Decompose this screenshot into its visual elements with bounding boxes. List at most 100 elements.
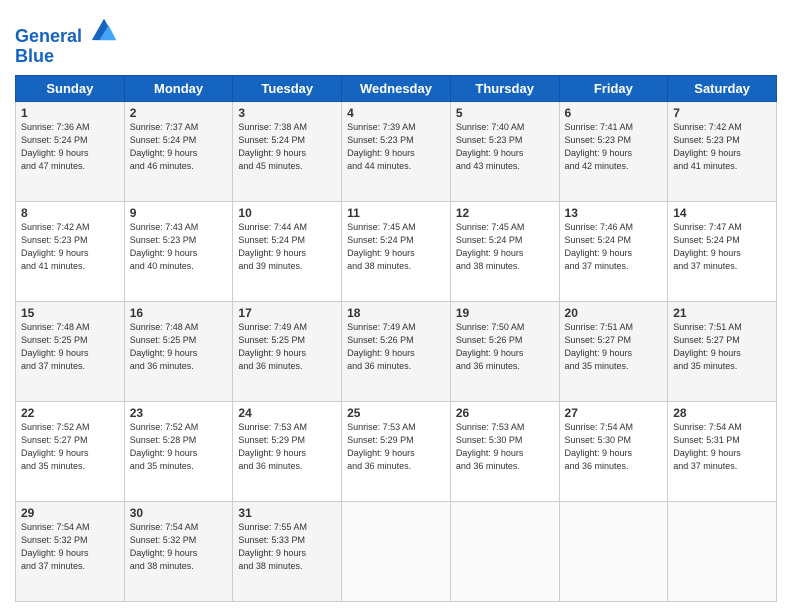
day-info: Sunrise: 7:52 AM Sunset: 5:27 PM Dayligh…: [21, 421, 119, 473]
day-info: Sunrise: 7:45 AM Sunset: 5:24 PM Dayligh…: [456, 221, 554, 273]
calendar-cell: 2Sunrise: 7:37 AM Sunset: 5:24 PM Daylig…: [124, 101, 233, 201]
day-number: 16: [130, 306, 228, 320]
day-info: Sunrise: 7:54 AM Sunset: 5:31 PM Dayligh…: [673, 421, 771, 473]
day-info: Sunrise: 7:45 AM Sunset: 5:24 PM Dayligh…: [347, 221, 445, 273]
day-header: Saturday: [668, 75, 777, 101]
day-info: Sunrise: 7:51 AM Sunset: 5:27 PM Dayligh…: [673, 321, 771, 373]
day-number: 10: [238, 206, 336, 220]
day-number: 13: [565, 206, 663, 220]
calendar-cell: 12Sunrise: 7:45 AM Sunset: 5:24 PM Dayli…: [450, 201, 559, 301]
day-number: 9: [130, 206, 228, 220]
day-info: Sunrise: 7:41 AM Sunset: 5:23 PM Dayligh…: [565, 121, 663, 173]
calendar-cell: 21Sunrise: 7:51 AM Sunset: 5:27 PM Dayli…: [668, 301, 777, 401]
calendar-table: SundayMondayTuesdayWednesdayThursdayFrid…: [15, 75, 777, 602]
day-info: Sunrise: 7:38 AM Sunset: 5:24 PM Dayligh…: [238, 121, 336, 173]
calendar-cell: [450, 501, 559, 601]
day-number: 20: [565, 306, 663, 320]
day-number: 5: [456, 106, 554, 120]
calendar-week-row: 15Sunrise: 7:48 AM Sunset: 5:25 PM Dayli…: [16, 301, 777, 401]
day-header: Friday: [559, 75, 668, 101]
calendar-header-row: SundayMondayTuesdayWednesdayThursdayFrid…: [16, 75, 777, 101]
calendar-cell: 17Sunrise: 7:49 AM Sunset: 5:25 PM Dayli…: [233, 301, 342, 401]
calendar-cell: 18Sunrise: 7:49 AM Sunset: 5:26 PM Dayli…: [342, 301, 451, 401]
day-info: Sunrise: 7:43 AM Sunset: 5:23 PM Dayligh…: [130, 221, 228, 273]
day-header: Sunday: [16, 75, 125, 101]
calendar-cell: 8Sunrise: 7:42 AM Sunset: 5:23 PM Daylig…: [16, 201, 125, 301]
calendar-cell: 28Sunrise: 7:54 AM Sunset: 5:31 PM Dayli…: [668, 401, 777, 501]
header: General Blue: [15, 10, 777, 67]
calendar-cell: 26Sunrise: 7:53 AM Sunset: 5:30 PM Dayli…: [450, 401, 559, 501]
day-info: Sunrise: 7:52 AM Sunset: 5:28 PM Dayligh…: [130, 421, 228, 473]
day-number: 12: [456, 206, 554, 220]
calendar-cell: [668, 501, 777, 601]
day-number: 11: [347, 206, 445, 220]
calendar-cell: 29Sunrise: 7:54 AM Sunset: 5:32 PM Dayli…: [16, 501, 125, 601]
page: General Blue SundayMondayTuesdayWednesda…: [0, 0, 792, 612]
day-number: 6: [565, 106, 663, 120]
calendar-cell: 20Sunrise: 7:51 AM Sunset: 5:27 PM Dayli…: [559, 301, 668, 401]
calendar-cell: 15Sunrise: 7:48 AM Sunset: 5:25 PM Dayli…: [16, 301, 125, 401]
day-header: Monday: [124, 75, 233, 101]
day-header: Thursday: [450, 75, 559, 101]
day-number: 22: [21, 406, 119, 420]
day-number: 24: [238, 406, 336, 420]
calendar-cell: 1Sunrise: 7:36 AM Sunset: 5:24 PM Daylig…: [16, 101, 125, 201]
day-number: 26: [456, 406, 554, 420]
calendar-cell: 13Sunrise: 7:46 AM Sunset: 5:24 PM Dayli…: [559, 201, 668, 301]
logo-text: General: [15, 14, 118, 47]
calendar-cell: 7Sunrise: 7:42 AM Sunset: 5:23 PM Daylig…: [668, 101, 777, 201]
logo-blue: Blue: [15, 47, 118, 67]
day-info: Sunrise: 7:53 AM Sunset: 5:29 PM Dayligh…: [238, 421, 336, 473]
day-info: Sunrise: 7:37 AM Sunset: 5:24 PM Dayligh…: [130, 121, 228, 173]
day-number: 1: [21, 106, 119, 120]
day-info: Sunrise: 7:36 AM Sunset: 5:24 PM Dayligh…: [21, 121, 119, 173]
day-number: 29: [21, 506, 119, 520]
calendar-cell: 16Sunrise: 7:48 AM Sunset: 5:25 PM Dayli…: [124, 301, 233, 401]
day-number: 3: [238, 106, 336, 120]
calendar-cell: 30Sunrise: 7:54 AM Sunset: 5:32 PM Dayli…: [124, 501, 233, 601]
day-header: Tuesday: [233, 75, 342, 101]
day-info: Sunrise: 7:42 AM Sunset: 5:23 PM Dayligh…: [21, 221, 119, 273]
day-number: 4: [347, 106, 445, 120]
day-header: Wednesday: [342, 75, 451, 101]
day-number: 21: [673, 306, 771, 320]
calendar-cell: 27Sunrise: 7:54 AM Sunset: 5:30 PM Dayli…: [559, 401, 668, 501]
day-number: 30: [130, 506, 228, 520]
calendar-body: 1Sunrise: 7:36 AM Sunset: 5:24 PM Daylig…: [16, 101, 777, 601]
day-number: 18: [347, 306, 445, 320]
logo-general: General: [15, 26, 82, 46]
day-number: 15: [21, 306, 119, 320]
calendar-cell: 22Sunrise: 7:52 AM Sunset: 5:27 PM Dayli…: [16, 401, 125, 501]
day-info: Sunrise: 7:48 AM Sunset: 5:25 PM Dayligh…: [21, 321, 119, 373]
day-number: 2: [130, 106, 228, 120]
calendar-week-row: 29Sunrise: 7:54 AM Sunset: 5:32 PM Dayli…: [16, 501, 777, 601]
day-info: Sunrise: 7:46 AM Sunset: 5:24 PM Dayligh…: [565, 221, 663, 273]
day-info: Sunrise: 7:51 AM Sunset: 5:27 PM Dayligh…: [565, 321, 663, 373]
calendar-cell: 9Sunrise: 7:43 AM Sunset: 5:23 PM Daylig…: [124, 201, 233, 301]
day-number: 31: [238, 506, 336, 520]
day-info: Sunrise: 7:49 AM Sunset: 5:26 PM Dayligh…: [347, 321, 445, 373]
day-info: Sunrise: 7:47 AM Sunset: 5:24 PM Dayligh…: [673, 221, 771, 273]
calendar-cell: 14Sunrise: 7:47 AM Sunset: 5:24 PM Dayli…: [668, 201, 777, 301]
day-info: Sunrise: 7:54 AM Sunset: 5:32 PM Dayligh…: [21, 521, 119, 573]
day-info: Sunrise: 7:54 AM Sunset: 5:30 PM Dayligh…: [565, 421, 663, 473]
day-number: 7: [673, 106, 771, 120]
calendar-cell: 11Sunrise: 7:45 AM Sunset: 5:24 PM Dayli…: [342, 201, 451, 301]
day-info: Sunrise: 7:39 AM Sunset: 5:23 PM Dayligh…: [347, 121, 445, 173]
day-info: Sunrise: 7:44 AM Sunset: 5:24 PM Dayligh…: [238, 221, 336, 273]
day-number: 28: [673, 406, 771, 420]
calendar-cell: 6Sunrise: 7:41 AM Sunset: 5:23 PM Daylig…: [559, 101, 668, 201]
day-info: Sunrise: 7:42 AM Sunset: 5:23 PM Dayligh…: [673, 121, 771, 173]
day-info: Sunrise: 7:50 AM Sunset: 5:26 PM Dayligh…: [456, 321, 554, 373]
calendar-week-row: 8Sunrise: 7:42 AM Sunset: 5:23 PM Daylig…: [16, 201, 777, 301]
day-number: 8: [21, 206, 119, 220]
calendar-cell: 10Sunrise: 7:44 AM Sunset: 5:24 PM Dayli…: [233, 201, 342, 301]
calendar-cell: [342, 501, 451, 601]
logo: General Blue: [15, 14, 118, 67]
day-number: 25: [347, 406, 445, 420]
calendar-cell: 25Sunrise: 7:53 AM Sunset: 5:29 PM Dayli…: [342, 401, 451, 501]
day-info: Sunrise: 7:53 AM Sunset: 5:30 PM Dayligh…: [456, 421, 554, 473]
calendar-week-row: 22Sunrise: 7:52 AM Sunset: 5:27 PM Dayli…: [16, 401, 777, 501]
day-info: Sunrise: 7:49 AM Sunset: 5:25 PM Dayligh…: [238, 321, 336, 373]
day-info: Sunrise: 7:53 AM Sunset: 5:29 PM Dayligh…: [347, 421, 445, 473]
